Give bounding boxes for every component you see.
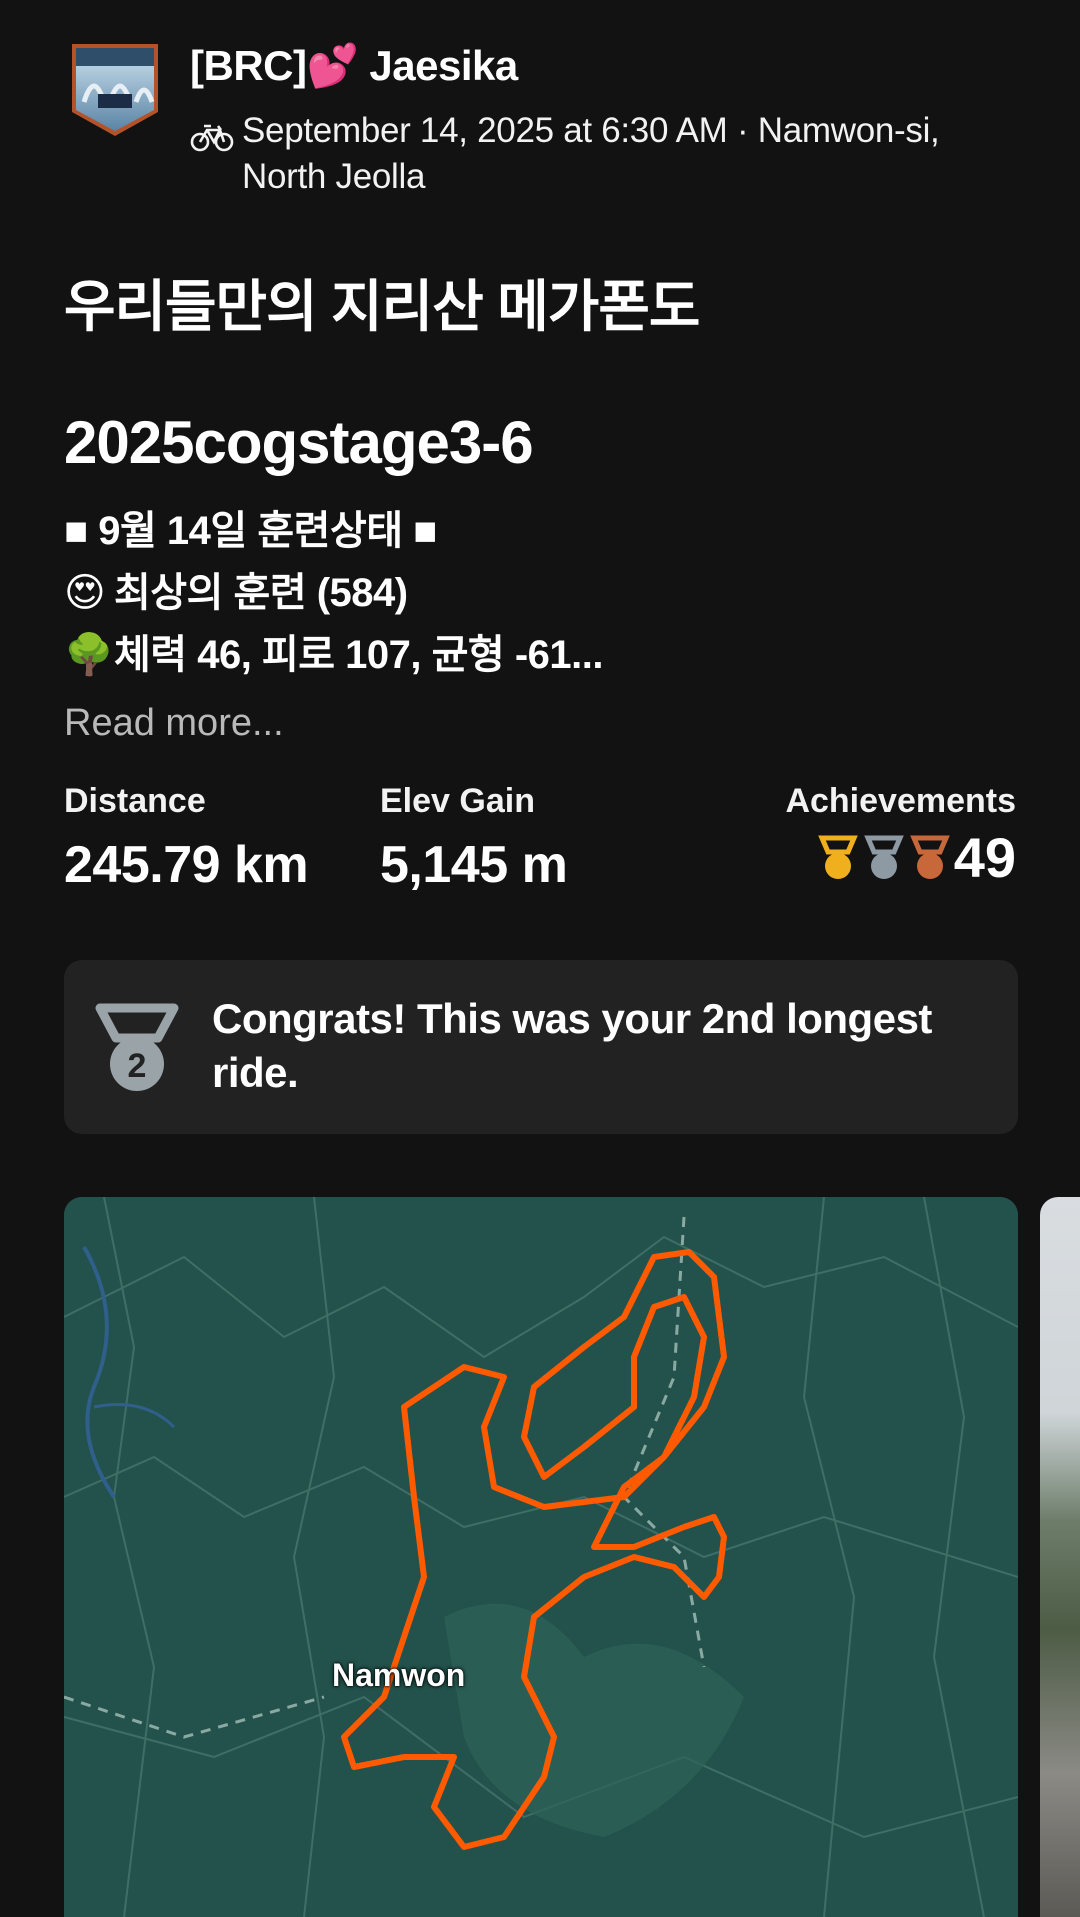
- silver-medal-2-icon: 2: [95, 1003, 179, 1091]
- map-background: [64, 1197, 1018, 1917]
- description-line-text: 최상의 훈련 (584): [114, 571, 408, 615]
- athlete-name[interactable]: [BRC]💕 Jaesika: [190, 42, 518, 91]
- activity-description: ■ 9월 14일 훈련상태 ■ 😍 최상의 훈련 (584) 🌳체력 46, 피로…: [64, 500, 603, 686]
- stat-value: 5,145 m: [380, 836, 568, 894]
- silver-medal-icon: [863, 835, 904, 879]
- gold-medal-icon: [817, 835, 858, 879]
- heart-eyes-emoji: 😍: [64, 571, 106, 615]
- activity-date-location: September 14, 2025 at 6:30 AM · Namwon-s…: [242, 111, 940, 196]
- stat-value: 245.79 km: [64, 836, 309, 894]
- stat-distance: Distance 245.79 km: [64, 782, 309, 895]
- congrats-card[interactable]: 2 Congrats! This was your 2nd longest ri…: [64, 960, 1018, 1134]
- description-line-text: 체력 46, 피로 107, 균형 -61...: [114, 633, 603, 677]
- stat-label: Elev Gain: [380, 782, 535, 820]
- activity-title: 우리들만의 지리산 메가폰도: [64, 275, 700, 338]
- achievements-row: 49: [785, 825, 1016, 890]
- stat-elev-gain: Elev Gain 5,145 m: [380, 782, 568, 895]
- activity-subtitle: 2025cogstage3-6: [64, 409, 534, 476]
- stat-label: Distance: [64, 782, 206, 820]
- read-more-link[interactable]: Read more...: [64, 702, 284, 745]
- stat-label: Achievements: [785, 782, 1016, 820]
- congrats-message: Congrats! This was your 2nd longest ride…: [212, 995, 932, 1096]
- map-place-label: Namwon: [332, 1657, 466, 1693]
- bike-icon: [190, 122, 234, 152]
- achievements-count: 49: [953, 826, 1016, 889]
- activity-photo-thumbnail[interactable]: [1040, 1197, 1080, 1917]
- bronze-medal-icon: [909, 835, 950, 879]
- athlete-name-prefix: [BRC]: [190, 42, 307, 89]
- description-line: 😍 최상의 훈련 (584): [64, 562, 603, 624]
- heart-emoji: 💕: [306, 42, 359, 89]
- description-line: ■ 9월 14일 훈련상태 ■: [64, 500, 603, 562]
- medal-number: 2: [128, 1047, 147, 1085]
- tree-emoji: 🌳: [64, 633, 114, 677]
- athlete-name-suffix: Jaesika: [358, 42, 518, 89]
- stat-achievements[interactable]: Achievements 49: [785, 782, 1016, 890]
- athlete-avatar[interactable]: [70, 42, 160, 138]
- route-map[interactable]: Namwon: [64, 1197, 1018, 1917]
- description-line-text: ■ 9월 14일 훈련상태 ■: [64, 509, 437, 553]
- description-line: 🌳체력 46, 피로 107, 균형 -61...: [64, 624, 603, 686]
